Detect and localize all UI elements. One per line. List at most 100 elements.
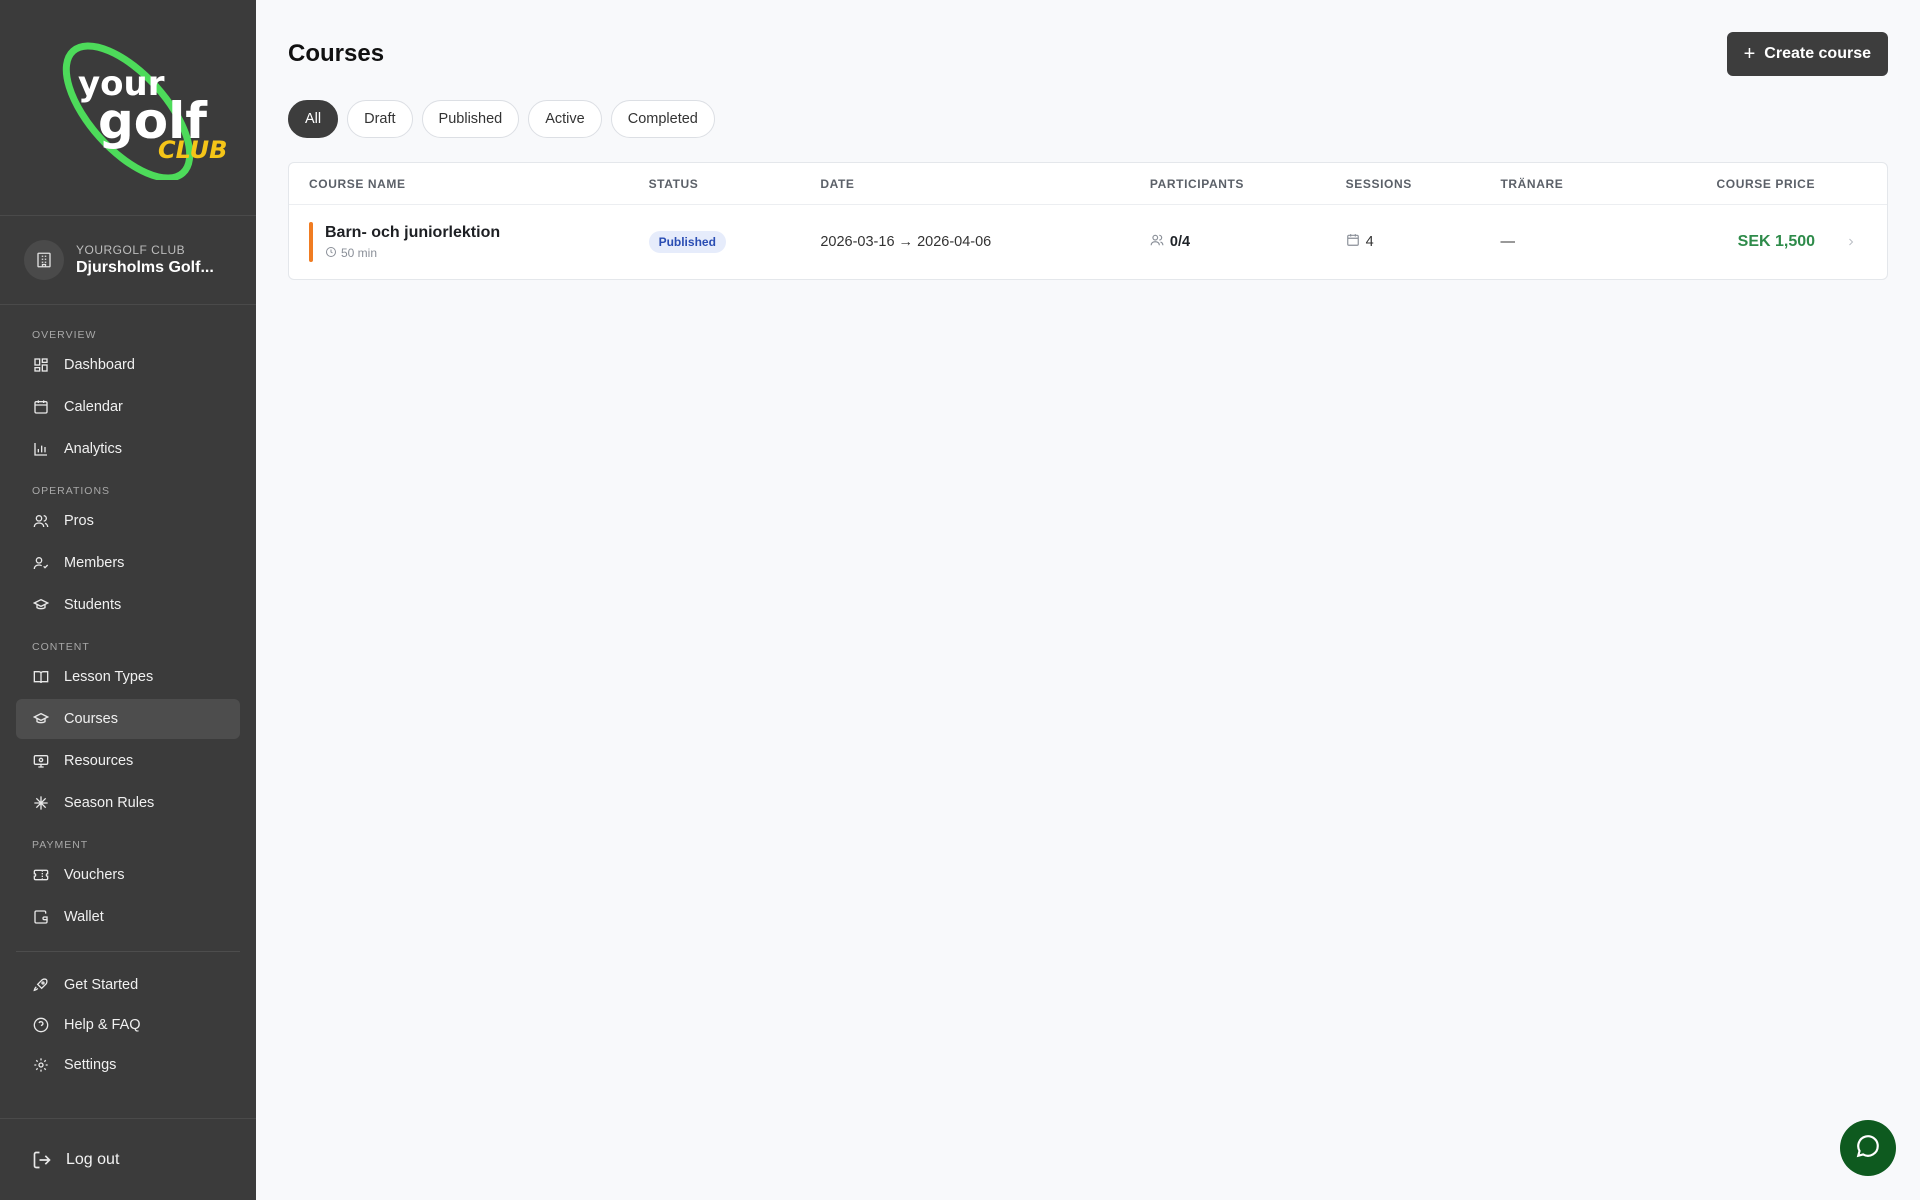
course-price: SEK 1,500: [1737, 233, 1816, 250]
book-icon: [32, 668, 50, 686]
logo-word-club: CLUB: [158, 136, 227, 164]
monitor-icon: [32, 752, 50, 770]
sidebar-item-settings[interactable]: Settings: [16, 1046, 240, 1084]
calendar-icon: [1346, 233, 1360, 251]
column-trainer[interactable]: TRÄNARE: [1500, 177, 1655, 191]
sidebar-item-lesson-types[interactable]: Lesson Types: [16, 657, 240, 697]
column-sessions[interactable]: SESSIONS: [1346, 177, 1501, 191]
column-course-price[interactable]: COURSE PRICE: [1655, 177, 1815, 191]
sidebar-item-label: Season Rules: [64, 795, 155, 811]
create-course-label: Create course: [1764, 45, 1871, 62]
status-cell: Published: [648, 231, 821, 253]
course-duration: 50 min: [325, 246, 500, 261]
club-name: Djursholms Golf...: [76, 259, 214, 276]
sidebar-item-students[interactable]: Students: [16, 585, 240, 625]
chevron-right-icon[interactable]: [1815, 236, 1887, 248]
ticket-icon: [32, 866, 50, 884]
club-label: YOURGOLF CLUB: [76, 243, 186, 257]
section-label-overview: OVERVIEW: [32, 329, 97, 341]
sidebar-item-pros[interactable]: Pros: [16, 501, 240, 541]
filter-active[interactable]: Active: [528, 100, 602, 138]
sidebar-item-label: Members: [64, 555, 125, 571]
graduation-cap-icon: [32, 596, 50, 614]
sidebar-item-label: Pros: [64, 513, 94, 529]
user-check-icon: [32, 554, 50, 572]
status-filter-tabs: All Draft Published Active Completed: [288, 100, 715, 138]
section-label-operations: OPERATIONS: [32, 485, 111, 497]
sidebar-item-label: Help & FAQ: [64, 1017, 141, 1033]
dashboard-icon: [32, 356, 50, 374]
sidebar-item-label: Analytics: [64, 441, 123, 457]
section-label-content: CONTENT: [32, 641, 90, 653]
logout-button[interactable]: Log out: [0, 1118, 256, 1200]
sidebar-item-label: Courses: [64, 711, 118, 727]
graduation-cap-icon: [32, 710, 50, 728]
club-switcher[interactable]: YOURGOLF CLUB Djursholms Golf...: [0, 216, 256, 305]
course-duration-value: 50 min: [341, 246, 378, 260]
courses-table: COURSE NAME STATUS DATE PARTICIPANTS SES…: [288, 162, 1888, 280]
sidebar-item-help[interactable]: Help & FAQ: [16, 1006, 240, 1044]
sidebar-item-label: Calendar: [64, 399, 123, 415]
course-name-cell: Barn- och juniorlektion 50 min: [289, 222, 649, 262]
filter-all[interactable]: All: [288, 100, 339, 138]
sidebar: your golf CLUB YOURGOLF CLUB Djursholms …: [0, 0, 256, 1200]
column-course-name[interactable]: COURSE NAME: [289, 177, 649, 191]
logo-area: your golf CLUB: [0, 0, 256, 216]
logout-icon: [32, 1150, 52, 1170]
filter-published[interactable]: Published: [421, 100, 520, 138]
sidebar-item-label: Vouchers: [64, 867, 125, 883]
sessions-value: 4: [1365, 234, 1374, 250]
sidebar-item-label: Lesson Types: [64, 669, 154, 685]
yourgolf-club-logo[interactable]: your golf CLUB: [40, 30, 230, 180]
building-icon: [24, 240, 64, 280]
main-content: Courses + Create course All Draft Publis…: [256, 0, 1920, 1200]
column-participants[interactable]: PARTICIPANTS: [1150, 177, 1346, 191]
section-label-payment: PAYMENT: [32, 839, 89, 851]
users-icon: [1150, 233, 1164, 251]
trainer-value: —: [1500, 234, 1515, 250]
calendar-icon: [32, 398, 50, 416]
sidebar-item-resources[interactable]: Resources: [16, 741, 240, 781]
sessions-cell: 4: [1346, 233, 1501, 251]
status-badge: Published: [648, 231, 726, 253]
sidebar-item-calendar[interactable]: Calendar: [16, 387, 240, 427]
column-status[interactable]: STATUS: [649, 177, 821, 191]
participants-value: 0/4: [1169, 234, 1191, 250]
sidebar-item-season-rules[interactable]: Season Rules: [16, 783, 240, 823]
chat-icon: [1855, 1133, 1881, 1164]
table-row[interactable]: Barn- och juniorlektion 50 min Published…: [289, 205, 1887, 279]
sidebar-item-get-started[interactable]: Get Started: [16, 966, 240, 1004]
sidebar-divider: [16, 951, 240, 952]
clock-icon: [325, 246, 337, 261]
gear-icon: [32, 1056, 50, 1074]
create-course-button[interactable]: + Create course: [1726, 32, 1888, 76]
sidebar-item-label: Settings: [64, 1057, 117, 1073]
filter-draft[interactable]: Draft: [347, 100, 413, 138]
column-date[interactable]: DATE: [820, 177, 1150, 191]
date-range: 2026-03-16 → 2026-04-06: [820, 234, 992, 250]
logout-label: Log out: [66, 1150, 120, 1168]
analytics-icon: [32, 440, 50, 458]
sidebar-item-dashboard[interactable]: Dashboard: [16, 345, 240, 385]
plus-icon: +: [1743, 43, 1756, 65]
chat-support-button[interactable]: [1840, 1120, 1896, 1176]
sidebar-item-label: Students: [64, 597, 122, 613]
sidebar-item-members[interactable]: Members: [16, 543, 240, 583]
sidebar-item-label: Get Started: [64, 977, 139, 993]
sidebar-bottom-nav: Get Started Help & FAQ Settings: [0, 966, 256, 1084]
filter-completed[interactable]: Completed: [610, 100, 715, 138]
sidebar-item-analytics[interactable]: Analytics: [16, 429, 240, 469]
page-title: Courses: [288, 40, 385, 67]
help-icon: [32, 1016, 50, 1034]
snowflake-icon: [32, 794, 50, 812]
sidebar-item-wallet[interactable]: Wallet: [16, 897, 240, 937]
users-icon: [32, 512, 50, 530]
participants-cell: 0/4: [1150, 233, 1346, 251]
table-header: COURSE NAME STATUS DATE PARTICIPANTS SES…: [289, 163, 1887, 205]
sidebar-item-vouchers[interactable]: Vouchers: [16, 855, 240, 895]
wallet-icon: [32, 908, 50, 926]
course-title: Barn- och juniorlektion: [325, 223, 501, 241]
sidebar-item-courses[interactable]: Courses: [16, 699, 240, 739]
sidebar-nav: OVERVIEW Dashboard Calendar Analytics OP…: [0, 305, 256, 1084]
sidebar-item-label: Wallet: [64, 909, 104, 925]
